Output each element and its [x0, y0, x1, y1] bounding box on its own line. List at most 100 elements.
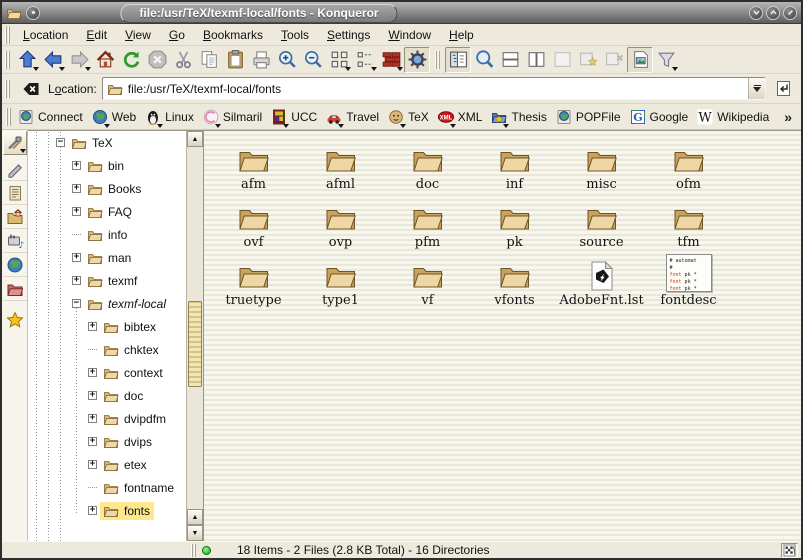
file-item-truetype[interactable]: truetype [210, 254, 297, 308]
tree-row-chktex[interactable]: chktex [28, 338, 186, 361]
tree-item[interactable]: chktex [100, 341, 163, 359]
tree-item[interactable]: bibtex [100, 318, 160, 336]
bricks-button[interactable] [378, 47, 404, 73]
tree-item[interactable]: texmf [84, 272, 141, 290]
expand-toggle[interactable]: + [88, 368, 97, 377]
funnel-button[interactable] [653, 47, 679, 73]
sidebar-tab-star[interactable] [3, 308, 27, 332]
location-value[interactable]: file:/usr/TeX/texmf-local/fonts [128, 82, 743, 96]
sidebar-tab-bookmark[interactable] [3, 157, 27, 181]
tree-item[interactable]: TeX [68, 134, 117, 152]
location-dropdown-button[interactable] [748, 78, 765, 99]
zoomout-button[interactable] [300, 47, 326, 73]
sidebar-tab-homefolder[interactable] [3, 205, 27, 229]
tree-item[interactable]: Books [84, 180, 145, 198]
menu-edit[interactable]: Edit [77, 26, 116, 44]
bookmark-tex[interactable]: TeX [385, 107, 435, 127]
tree-row-tex[interactable]: −TeX [28, 131, 186, 154]
back-button[interactable] [40, 47, 66, 73]
sidebar-tab-services[interactable]: ♪ [3, 229, 27, 253]
home-button[interactable] [92, 47, 118, 73]
file-item-vfonts[interactable]: vfonts [471, 254, 558, 308]
locbar-grip[interactable] [5, 80, 10, 98]
gear-button[interactable] [404, 47, 430, 73]
reload-button[interactable] [118, 47, 144, 73]
tree-row-fonts[interactable]: +fonts [28, 499, 186, 522]
tree-item[interactable]: info [84, 226, 131, 244]
expand-toggle[interactable]: + [88, 506, 97, 515]
file-item-vf[interactable]: vf [384, 254, 471, 308]
file-item-ofm[interactable]: ofm [645, 138, 732, 192]
iconview-button[interactable] [326, 47, 352, 73]
menu-go[interactable]: Go [160, 26, 194, 44]
scroll-down-button[interactable]: ▼ [187, 525, 203, 541]
tree-row-texmf-local[interactable]: −texmf-local [28, 292, 186, 315]
sidebar-tab-history[interactable] [3, 181, 27, 205]
sidebar-tab-rootfolder[interactable] [3, 277, 27, 301]
menu-help[interactable]: Help [440, 26, 483, 44]
file-item-misc[interactable]: misc [558, 138, 645, 192]
file-item-source[interactable]: source [558, 196, 645, 250]
menu-view[interactable]: View [116, 26, 160, 44]
file-item-pfm[interactable]: pfm [384, 196, 471, 250]
tree-item[interactable]: doc [100, 387, 147, 405]
sticky-button[interactable] [26, 6, 40, 20]
clear-location-button[interactable] [19, 77, 43, 101]
file-item-fontdesc[interactable]: # automat#font pk *font pk *font pk *fon… [645, 254, 732, 308]
sidebar-tab-network[interactable] [3, 253, 27, 277]
tree-item[interactable]: etex [100, 456, 151, 474]
bookmark-thesis[interactable]: Thesis [488, 107, 552, 127]
expand-toggle[interactable]: + [72, 184, 81, 193]
scroll-up-button[interactable]: ▲ [187, 131, 203, 147]
tree-row-bibtex[interactable]: +bibtex [28, 315, 186, 338]
tree-row-fontname[interactable]: fontname [28, 476, 186, 499]
file-item-tfm[interactable]: tfm [645, 196, 732, 250]
collapse-toggle[interactable]: − [72, 299, 81, 308]
htmlimage-button[interactable] [627, 47, 653, 73]
expand-toggle[interactable]: + [72, 161, 81, 170]
bookmark-wikipedia[interactable]: WWikipedia [694, 107, 775, 127]
file-item-afml[interactable]: afml [297, 138, 384, 192]
splitv-button[interactable] [523, 47, 549, 73]
bookmark-silmaril[interactable]: Silmaril [200, 107, 268, 127]
tree-item-selected[interactable]: fonts [100, 502, 154, 520]
paste-button[interactable] [222, 47, 248, 73]
tree-item[interactable]: context [100, 364, 167, 382]
print-button[interactable] [248, 47, 274, 73]
location-input[interactable]: file:/usr/TeX/texmf-local/fonts [102, 77, 766, 100]
cut-button[interactable] [170, 47, 196, 73]
collapse-toggle[interactable]: − [56, 138, 65, 147]
up-button[interactable] [14, 47, 40, 73]
listview-button[interactable] [352, 47, 378, 73]
tree-row-etex[interactable]: +etex [28, 453, 186, 476]
minimize-button[interactable] [749, 6, 763, 20]
bmbar-grip[interactable] [6, 108, 11, 126]
tree-row-info[interactable]: info [28, 223, 186, 246]
copy-button[interactable] [196, 47, 222, 73]
sidebar-tab-config[interactable] [3, 131, 27, 155]
zoomin-button[interactable] [274, 47, 300, 73]
tree-item[interactable]: bin [84, 157, 128, 175]
statusbar-grip[interactable] [191, 544, 196, 557]
scrollbar-thumb[interactable] [188, 301, 202, 387]
expand-toggle[interactable]: + [88, 322, 97, 331]
bookmark-linux[interactable]: Linux [142, 107, 200, 127]
bookmark-overflow-chevron[interactable]: » [777, 109, 799, 125]
menu-bookmarks[interactable]: Bookmarks [194, 26, 272, 44]
tree-item[interactable]: dvipdfm [100, 410, 170, 428]
bookmark-xml[interactable]: XMLXML [435, 107, 489, 127]
tree-row-faq[interactable]: +FAQ [28, 200, 186, 223]
splith-button[interactable] [497, 47, 523, 73]
bookmark-web[interactable]: Web [89, 107, 142, 127]
menu-window[interactable]: Window [379, 26, 440, 44]
title-bar[interactable]: file:/usr/TeX/texmf-local/fonts - Konque… [2, 2, 801, 24]
link-view-checkbox[interactable] [781, 543, 798, 558]
menu-settings[interactable]: Settings [318, 26, 379, 44]
tree-row-bin[interactable]: +bin [28, 154, 186, 177]
expand-toggle[interactable]: + [88, 460, 97, 469]
tree-row-doc[interactable]: +doc [28, 384, 186, 407]
go-button[interactable] [771, 76, 796, 101]
tree-item[interactable]: texmf-local [84, 295, 170, 313]
file-item-type1[interactable]: type1 [297, 254, 384, 308]
tree-row-books[interactable]: +Books [28, 177, 186, 200]
